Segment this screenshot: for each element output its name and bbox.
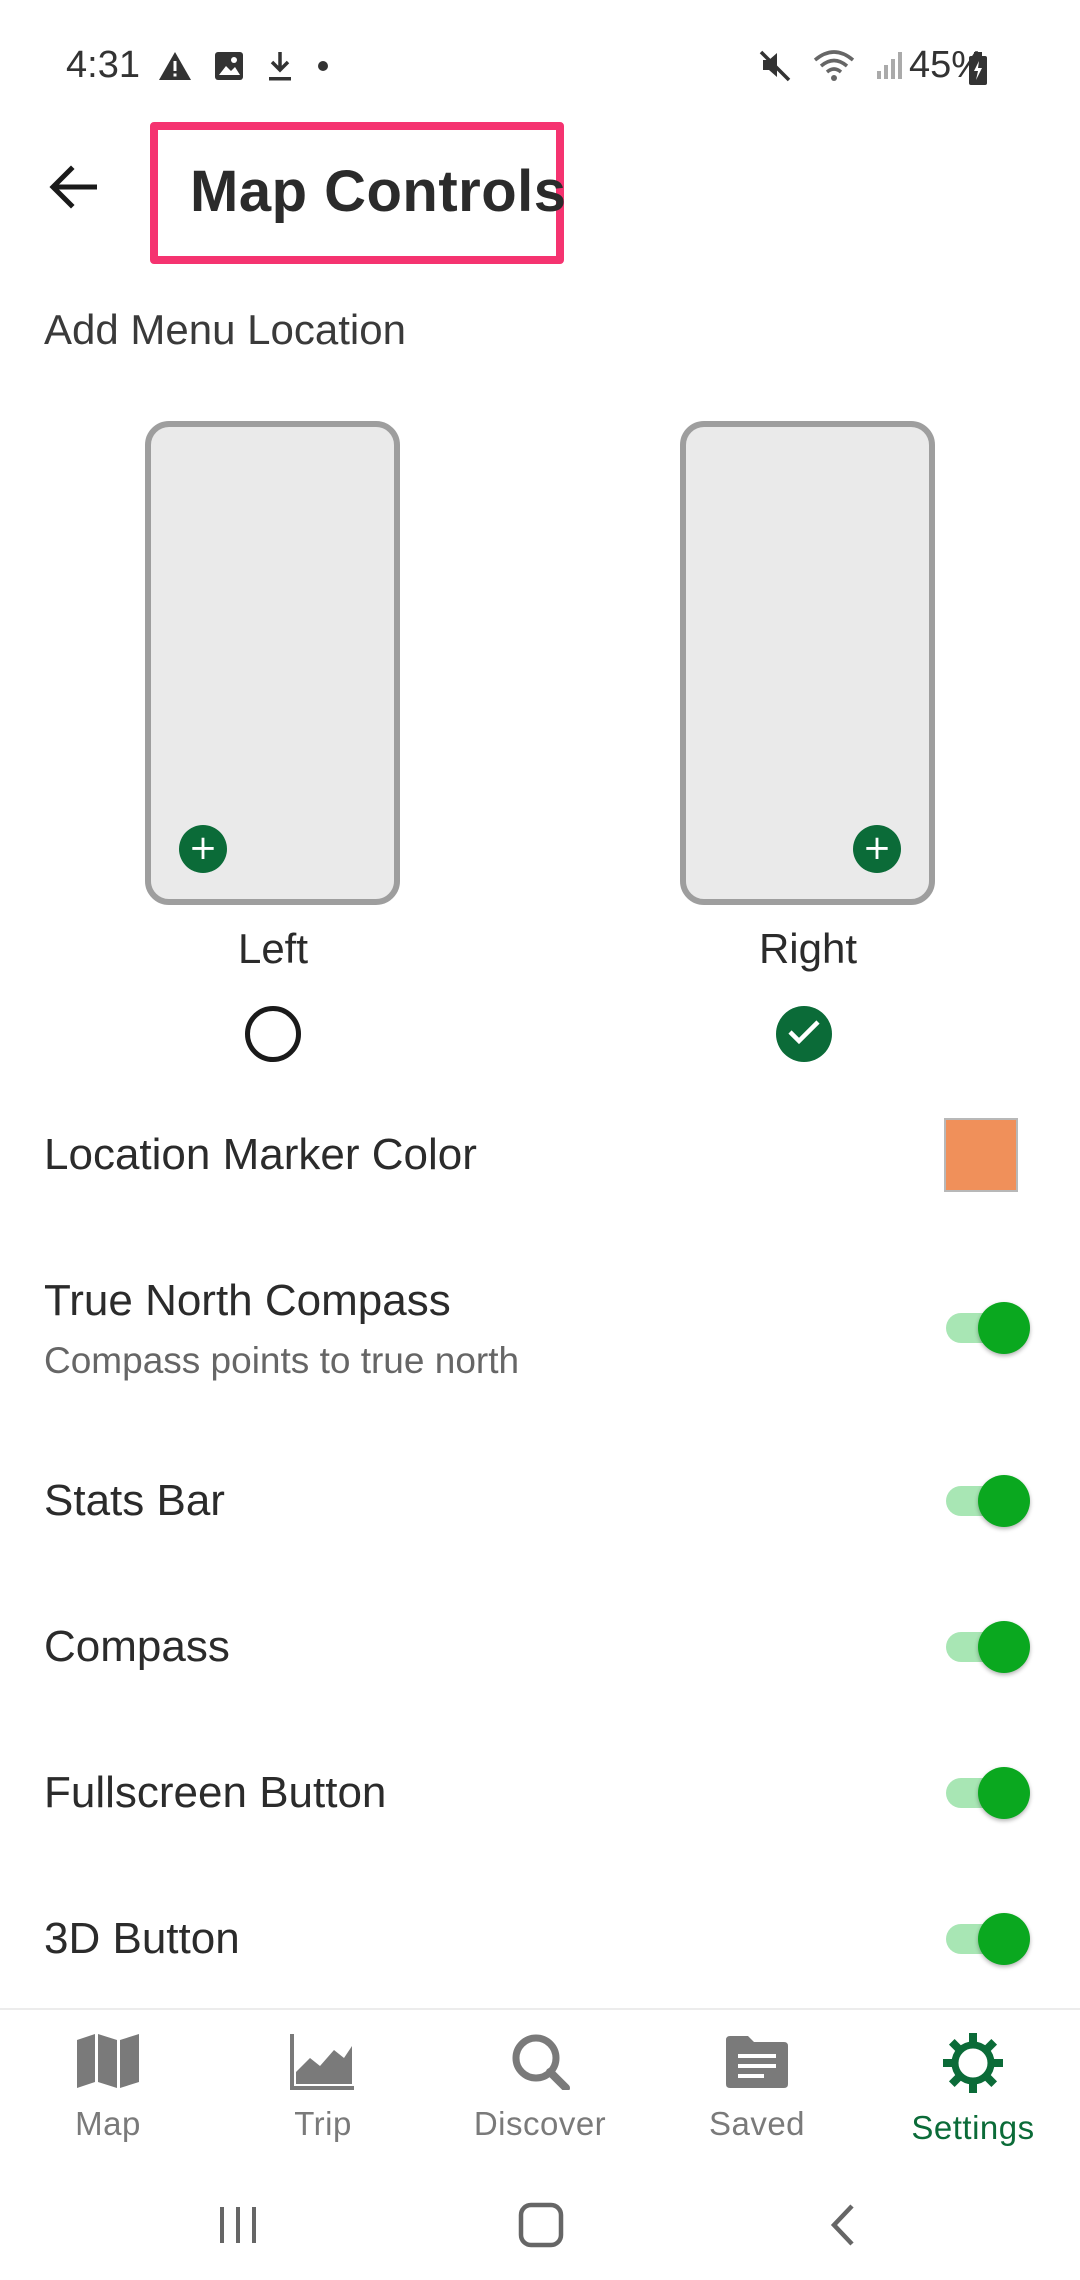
search-icon: [510, 2032, 570, 2095]
wifi-icon: [813, 48, 855, 82]
marker-color-label: Location Marker Color: [44, 1130, 477, 1179]
true-north-sublabel: Compass points to true north: [44, 1340, 520, 1381]
3d-button-toggle[interactable]: [946, 1909, 1030, 1969]
alert-icon: [158, 51, 192, 81]
gear-icon: [942, 2032, 1004, 2099]
marker-color-swatch[interactable]: [944, 1118, 1018, 1192]
left-option-label: Left: [237, 925, 309, 972]
status-right-icons: [759, 48, 905, 82]
true-north-toggle[interactable]: [946, 1298, 1030, 1358]
image-icon: [214, 51, 244, 81]
home-icon: [518, 2202, 564, 2253]
system-navigation: [0, 2170, 1080, 2280]
recents-icon: [216, 2205, 260, 2250]
compass-label: Compass: [44, 1622, 230, 1671]
true-north-label: True North Compass: [44, 1276, 451, 1325]
stats-bar-toggle[interactable]: [946, 1471, 1030, 1531]
home-button[interactable]: [506, 2192, 576, 2262]
plus-icon: +: [179, 825, 227, 873]
nav-settings-label: Settings: [911, 2109, 1035, 2146]
download-icon: [266, 50, 294, 82]
mute-icon: [759, 48, 793, 82]
nav-saved-label: Saved: [708, 2105, 806, 2142]
arrow-left-icon: [49, 164, 98, 214]
status-left-icons: [158, 50, 330, 82]
nav-settings[interactable]: Settings: [888, 2032, 1058, 2147]
nav-trip[interactable]: Trip: [238, 2032, 408, 2143]
signal-icon: [875, 49, 905, 81]
system-back-button[interactable]: [808, 2192, 878, 2262]
chevron-left-icon: [828, 2202, 858, 2253]
nav-discover-label: Discover: [473, 2105, 607, 2142]
nav-discover[interactable]: Discover: [455, 2032, 625, 2143]
map-icon: [75, 2032, 141, 2095]
fullscreen-toggle[interactable]: [946, 1763, 1030, 1823]
app-bar: Map Controls: [0, 122, 1080, 267]
right-radio-button[interactable]: [776, 1006, 832, 1062]
stats-bar-label: Stats Bar: [44, 1476, 225, 1525]
recents-button[interactable]: [203, 2192, 273, 2262]
nav-map[interactable]: Map: [23, 2032, 193, 2143]
menu-location-label: Add Menu Location: [44, 306, 406, 353]
fullscreen-label: Fullscreen Button: [44, 1768, 387, 1817]
nav-trip-label: Trip: [294, 2105, 352, 2142]
3d-button-label: 3D Button: [44, 1914, 240, 1963]
bottom-navigation: Map Trip Discover Saved Settings: [0, 2008, 1080, 2168]
checkmark-icon: [787, 1019, 821, 1050]
status-bar: 4:31 45%: [0, 0, 1080, 130]
compass-toggle[interactable]: [946, 1617, 1030, 1677]
right-layout-preview[interactable]: +: [680, 421, 935, 905]
left-layout-preview[interactable]: +: [145, 421, 400, 905]
nav-map-label: Map: [75, 2105, 141, 2142]
chart-icon: [290, 2032, 356, 2095]
dot-icon: [316, 59, 330, 73]
plus-icon: +: [853, 825, 901, 873]
folder-icon: [724, 2032, 790, 2095]
battery-icon: [968, 52, 988, 91]
nav-saved[interactable]: Saved: [672, 2032, 842, 2143]
back-button[interactable]: [38, 154, 108, 224]
left-radio-button[interactable]: [245, 1006, 301, 1062]
status-time: 4:31: [66, 44, 140, 86]
page-title: Map Controls: [190, 159, 567, 224]
right-option-label: Right: [758, 925, 858, 972]
